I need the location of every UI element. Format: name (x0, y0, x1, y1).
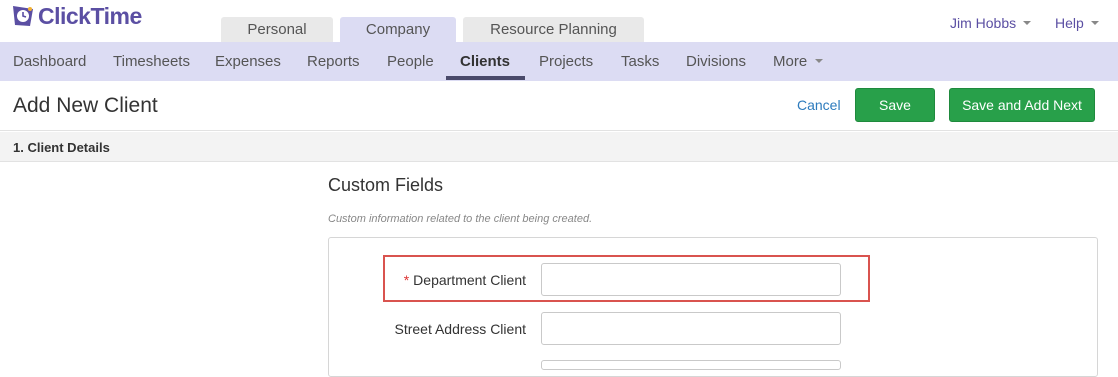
cancel-link[interactable]: Cancel (797, 97, 841, 113)
help-label: Help (1055, 15, 1084, 31)
nav-more-label: More (773, 53, 808, 70)
page-header: Add New Client Cancel Save Save and Add … (0, 81, 1118, 131)
highlight-box (383, 255, 870, 302)
save-button[interactable]: Save (855, 88, 935, 122)
app-tab-personal[interactable]: Personal (221, 17, 333, 42)
logo[interactable]: ClickTime (10, 3, 142, 29)
page-title: Add New Client (13, 94, 158, 117)
street-address-client-label: Street Address Client (394, 321, 526, 337)
nav-item-divisions[interactable]: Divisions (686, 42, 746, 81)
nav-item-dashboard[interactable]: Dashboard (13, 42, 86, 81)
nav-item-more[interactable]: More (773, 42, 824, 81)
clock-logo-icon (13, 6, 33, 26)
active-tab-indicator (446, 76, 525, 80)
street-address-client-input[interactable] (541, 312, 841, 345)
custom-fields-description: Custom information related to the client… (328, 213, 593, 225)
app-tab-company[interactable]: Company (340, 17, 456, 42)
chevron-down-icon (1090, 21, 1099, 25)
user-menu[interactable]: Jim Hobbs (950, 15, 1032, 31)
nav-item-reports[interactable]: Reports (307, 42, 360, 81)
chevron-down-icon (815, 58, 824, 63)
custom-fields-heading: Custom Fields (328, 175, 444, 195)
top-bar: ClickTime Personal Company Resource Plan… (0, 0, 1118, 42)
section-title: 1. Client Details (13, 140, 110, 155)
brand-name: ClickTime (38, 2, 142, 29)
user-name: Jim Hobbs (950, 15, 1017, 31)
nav-item-people[interactable]: People (387, 42, 434, 81)
app-tab-resource-planning[interactable]: Resource Planning (463, 17, 644, 42)
nav-item-timesheets[interactable]: Timesheets (113, 42, 190, 81)
nav-item-expenses[interactable]: Expenses (215, 42, 281, 81)
save-and-add-next-button[interactable]: Save and Add Next (949, 88, 1095, 122)
main-nav: Dashboard Timesheets Expenses Reports Pe… (0, 42, 1118, 81)
help-menu[interactable]: Help (1055, 15, 1099, 31)
section-header[interactable]: 1. Client Details (0, 132, 1118, 162)
chevron-down-icon (1023, 21, 1032, 25)
nav-item-projects[interactable]: Projects (539, 42, 593, 81)
nav-item-tasks[interactable]: Tasks (621, 42, 659, 81)
